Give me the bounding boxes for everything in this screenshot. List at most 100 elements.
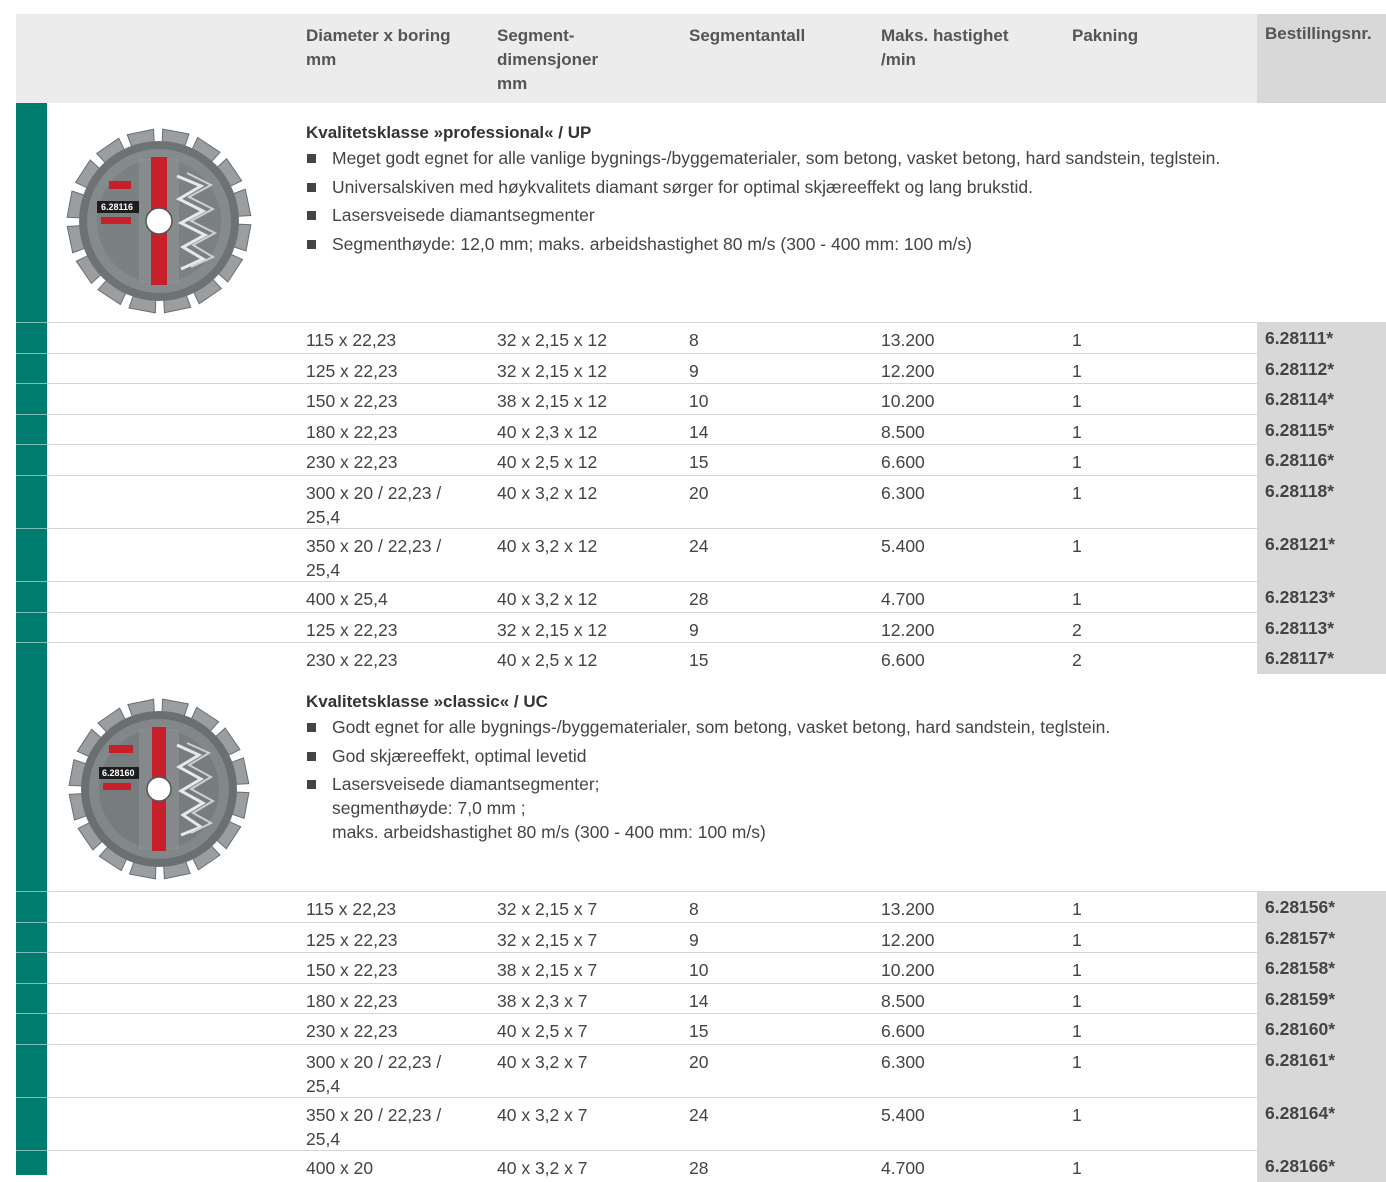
row-divider bbox=[16, 528, 47, 529]
cell-segment-count: 9 bbox=[689, 619, 699, 640]
cell-segment-count: 28 bbox=[689, 589, 709, 609]
bullet-square-icon bbox=[307, 154, 316, 163]
cell-max-speed: 6.600 bbox=[881, 452, 925, 473]
cell-segment-count: 15 bbox=[689, 1021, 709, 1042]
cell-packing: 1 bbox=[1072, 360, 1082, 381]
cell-segment-dimensions: 32 x 2,15 x 7 bbox=[497, 899, 598, 919]
feature-item: Universalskiven med høykvalitets diamant… bbox=[306, 175, 1220, 199]
table-row: 400 x 20 40 x 3,2 x 7 28 4.700 1 6.28166* bbox=[16, 1150, 1386, 1182]
table-row: 400 x 25,4 40 x 3,2 x 12 28 4.700 1 6.28123* bbox=[16, 581, 1386, 613]
cell-packing: 1 bbox=[1072, 960, 1082, 981]
cell-segment-count: 28 bbox=[689, 1158, 709, 1178]
cell-max-speed: 5.400 bbox=[881, 536, 925, 556]
cell-max-speed: 10.200 bbox=[881, 391, 935, 412]
section-accent-bar bbox=[16, 672, 47, 1175]
cell-packing: 1 bbox=[1072, 483, 1082, 503]
diamond-blade-icon: 6.28116 bbox=[66, 128, 252, 314]
cell-packing: 1 bbox=[1072, 1052, 1082, 1072]
row-divider bbox=[16, 413, 47, 415]
cell-max-speed: 4.700 bbox=[881, 589, 925, 609]
feature-item: Segmenthøyde: 12,0 mm; maks. arbeidshast… bbox=[306, 232, 1220, 256]
cell-max-speed: 6.300 bbox=[881, 483, 925, 503]
cell-segment-dimensions: 40 x 2,5 x 7 bbox=[497, 1021, 588, 1042]
cell-segment-dimensions: 32 x 2,15 x 12 bbox=[497, 360, 607, 381]
cell-segment-dimensions: 32 x 2,15 x 12 bbox=[497, 330, 607, 350]
cell-diameter: 125 x 22,23 bbox=[306, 360, 398, 381]
cell-segment-dimensions: 40 x 2,5 x 12 bbox=[497, 650, 598, 671]
cell-max-speed: 5.400 bbox=[881, 1105, 925, 1125]
cell-diameter: 400 x 25,4 bbox=[306, 589, 388, 609]
cell-segment-count: 20 bbox=[689, 483, 709, 503]
order-number: 6.28116* bbox=[1265, 450, 1335, 471]
cell-segment-dimensions: 32 x 2,15 x 7 bbox=[497, 929, 598, 950]
section-title-classic: Kvalitetsklasse »classic« / UC bbox=[306, 692, 548, 711]
cell-segment-count: 14 bbox=[689, 990, 709, 1011]
feature-item: God skjæreeffekt, optimal levetid bbox=[306, 744, 1110, 768]
header-diameter: Diameter x boring mm bbox=[306, 26, 451, 69]
cell-diameter: 125 x 22,23 bbox=[306, 619, 398, 640]
bullet-square-icon bbox=[307, 723, 316, 732]
cell-diameter: 115 x 22,23 bbox=[306, 330, 397, 350]
order-number: 6.28115* bbox=[1265, 419, 1335, 440]
row-divider bbox=[16, 611, 47, 613]
cell-max-speed: 6.600 bbox=[881, 650, 925, 671]
order-number: 6.28164* bbox=[1265, 1103, 1336, 1123]
header-segment-count: Segmentantall bbox=[689, 26, 806, 45]
cell-order-number: 6.28159* bbox=[1257, 983, 1386, 1015]
cell-segment-dimensions: 40 x 2,5 x 12 bbox=[497, 452, 598, 473]
order-number: 6.28157* bbox=[1265, 927, 1336, 948]
cell-diameter: 400 x 20 bbox=[306, 1158, 374, 1178]
feature-list-professional: Meget godt egnet for alle vanlige bygnin… bbox=[306, 146, 1220, 260]
cell-order-number: 6.28161* bbox=[1257, 1045, 1386, 1098]
cell-order-number: 6.28117* bbox=[1257, 643, 1386, 674]
disc-label: 6.28160 bbox=[102, 768, 135, 778]
cell-packing: 2 bbox=[1072, 650, 1082, 671]
row-divider bbox=[16, 352, 47, 354]
cell-diameter: 150 x 22,23 bbox=[306, 960, 398, 981]
cell-segment-dimensions: 40 x 3,2 x 12 bbox=[497, 536, 598, 556]
cell-segment-count: 10 bbox=[689, 391, 709, 412]
table-row: 125 x 22,23 32 x 2,15 x 12 9 12.200 2 6.28113… bbox=[16, 611, 1386, 644]
table-row: 125 x 22,23 32 x 2,15 x 7 9 12.200 1 6.28157* bbox=[16, 921, 1386, 954]
cell-max-speed: 12.200 bbox=[881, 929, 935, 950]
cell-segment-dimensions: 40 x 3,2 x 12 bbox=[497, 589, 598, 609]
table-row: 230 x 22,23 40 x 2,5 x 12 15 6.600 2 6.28117* bbox=[16, 642, 1386, 674]
cell-order-number: 6.28123* bbox=[1257, 582, 1386, 613]
bullet-square-icon bbox=[307, 780, 316, 789]
diamond-blade-image: 6.28160 bbox=[68, 698, 250, 885]
order-number: 6.28123* bbox=[1265, 587, 1336, 607]
cell-order-number: 6.28157* bbox=[1257, 922, 1386, 954]
row-divider bbox=[16, 982, 47, 984]
cell-diameter: 300 x 20 / 22,23 / 25,4 bbox=[306, 1052, 442, 1096]
cell-segment-dimensions: 38 x 2,15 x 7 bbox=[497, 960, 598, 981]
cell-diameter: 180 x 22,23 bbox=[306, 990, 398, 1011]
row-divider bbox=[16, 383, 47, 385]
order-number: 6.28111* bbox=[1265, 328, 1334, 348]
cell-diameter: 180 x 22,23 bbox=[306, 421, 398, 442]
table-row: 115 x 22,23 32 x 2,15 x 7 8 13.200 1 6.28156* bbox=[16, 891, 1386, 923]
bullet-square-icon bbox=[307, 211, 316, 220]
table-header: Diameter x boring mm Segment- dimensjone… bbox=[16, 14, 1386, 103]
table-row: 230 x 22,23 40 x 2,5 x 12 15 6.600 1 6.28116* bbox=[16, 444, 1386, 476]
order-number: 6.28159* bbox=[1265, 988, 1336, 1009]
cell-order-number: 6.28118* bbox=[1257, 476, 1386, 529]
feature-item: Lasersveisede diamantsegmenter; segmenth… bbox=[306, 772, 1110, 844]
cell-order-number: 6.28114* bbox=[1257, 384, 1386, 415]
diamond-blade-image: 6.28116 bbox=[66, 128, 252, 319]
row-divider bbox=[16, 921, 47, 923]
cell-packing: 1 bbox=[1072, 391, 1082, 412]
cell-max-speed: 13.200 bbox=[881, 899, 935, 919]
row-divider bbox=[16, 1097, 47, 1098]
cell-max-speed: 10.200 bbox=[881, 960, 935, 981]
cell-packing: 1 bbox=[1072, 330, 1082, 350]
table-row: 350 x 20 / 22,23 / 25,4 40 x 3,2 x 7 24 5.4… bbox=[16, 1097, 1386, 1151]
cell-packing: 1 bbox=[1072, 421, 1082, 442]
cell-segment-count: 20 bbox=[689, 1052, 709, 1072]
diamond-blade-icon: 6.28160 bbox=[68, 698, 250, 880]
cell-packing: 1 bbox=[1072, 929, 1082, 950]
table-row: 350 x 20 / 22,23 / 25,4 40 x 3,2 x 12 24 5.… bbox=[16, 528, 1386, 582]
cell-packing: 1 bbox=[1072, 1158, 1082, 1178]
table-row: 230 x 22,23 40 x 2,5 x 7 15 6.600 1 6.28160* bbox=[16, 1013, 1386, 1045]
cell-segment-dimensions: 40 x 3,2 x 12 bbox=[497, 483, 598, 503]
section-accent-bar bbox=[16, 103, 47, 672]
